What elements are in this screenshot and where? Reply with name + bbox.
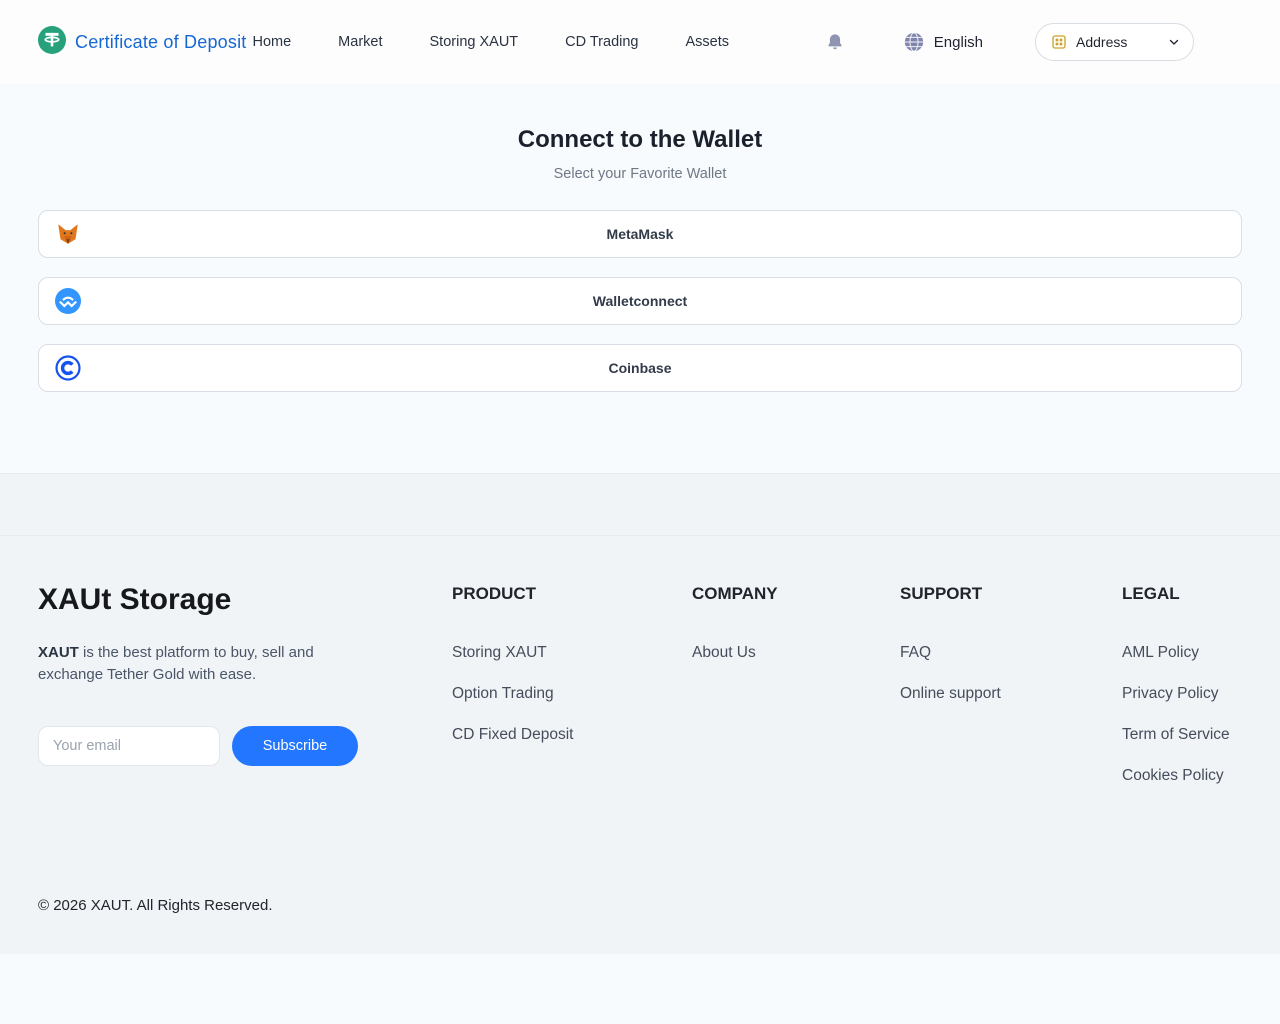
- wallet-option-coinbase[interactable]: Coinbase: [38, 344, 1242, 392]
- footer-column-legal: LEGAL AML Policy Privacy Policy Term of …: [1122, 584, 1242, 785]
- wallet-option-walletconnect[interactable]: Walletconnect: [38, 277, 1242, 325]
- footer-column-heading: SUPPORT: [900, 584, 1122, 604]
- walletconnect-icon: [55, 288, 81, 314]
- nav-home[interactable]: Home: [252, 34, 291, 50]
- coinbase-icon: [55, 355, 81, 381]
- footer-brand-column: XAUt Storage XAUT is the best platform t…: [38, 584, 452, 766]
- page: Certificate of Deposit Home Market Stori…: [0, 0, 1280, 954]
- notifications-button[interactable]: [823, 30, 847, 54]
- language-label: English: [934, 34, 983, 51]
- footer-link-cookies-policy[interactable]: Cookies Policy: [1122, 767, 1242, 785]
- nav-assets[interactable]: Assets: [686, 34, 730, 50]
- nav-market[interactable]: Market: [338, 34, 382, 50]
- wallet-connect-section: Connect to the Wallet Select your Favori…: [0, 84, 1280, 473]
- footer-column-support: SUPPORT FAQ Online support: [900, 584, 1122, 703]
- footer-column-company: COMPANY About Us: [692, 584, 900, 662]
- footer-link-faq[interactable]: FAQ: [900, 644, 1122, 662]
- footer-about-rest: is the best platform to buy, sell and ex…: [38, 644, 314, 683]
- footer-link-option-trading[interactable]: Option Trading: [452, 685, 692, 703]
- nav-cd-trading[interactable]: CD Trading: [565, 34, 638, 50]
- brand-title: Certificate of Deposit: [75, 32, 246, 53]
- wallet-list: MetaMask Walletconnect: [38, 210, 1242, 392]
- main-nav: Home Market Storing XAUT CD Trading Asse…: [252, 34, 729, 50]
- footer-column-heading: PRODUCT: [452, 584, 692, 604]
- page-title: Connect to the Wallet: [38, 126, 1242, 154]
- footer-about-strong: XAUT: [38, 644, 79, 661]
- footer-link-about-us[interactable]: About Us: [692, 644, 900, 662]
- header-actions: English Address: [823, 23, 1242, 61]
- bell-icon: [825, 32, 845, 52]
- address-label: Address: [1076, 34, 1127, 50]
- address-dropdown[interactable]: Address: [1035, 23, 1194, 61]
- header: Certificate of Deposit Home Market Stori…: [0, 0, 1280, 84]
- footer: XAUt Storage XAUT is the best platform t…: [0, 473, 1280, 954]
- copyright: © 2026 XAUT. All Rights Reserved.: [0, 897, 1280, 954]
- footer-column-heading: LEGAL: [1122, 584, 1242, 604]
- footer-column-heading: COMPANY: [692, 584, 900, 604]
- metamask-fox-icon: [55, 221, 81, 247]
- page-subtitle: Select your Favorite Wallet: [38, 166, 1242, 182]
- wallet-option-metamask[interactable]: MetaMask: [38, 210, 1242, 258]
- globe-icon: [903, 31, 925, 53]
- brand[interactable]: Certificate of Deposit: [38, 26, 246, 59]
- newsletter: Subscribe: [38, 726, 452, 766]
- footer-brand-title: XAUt Storage: [38, 584, 452, 616]
- footer-link-storing-xaut[interactable]: Storing XAUT: [452, 644, 692, 662]
- email-input[interactable]: [38, 726, 220, 766]
- language-selector[interactable]: English: [903, 31, 983, 53]
- footer-column-product: PRODUCT Storing XAUT Option Trading CD F…: [452, 584, 692, 744]
- footer-link-online-support[interactable]: Online support: [900, 685, 1122, 703]
- nav-storing-xaut[interactable]: Storing XAUT: [430, 34, 519, 50]
- footer-about-text: XAUT is the best platform to buy, sell a…: [38, 642, 338, 686]
- subscribe-button[interactable]: Subscribe: [232, 726, 358, 766]
- footer-grid: XAUt Storage XAUT is the best platform t…: [0, 536, 1280, 785]
- wallet-option-label: Coinbase: [608, 360, 671, 376]
- wallet-option-label: MetaMask: [607, 226, 674, 242]
- chevron-down-icon: [1168, 36, 1180, 48]
- footer-link-cd-fixed-deposit[interactable]: CD Fixed Deposit: [452, 726, 692, 744]
- footer-link-aml-policy[interactable]: AML Policy: [1122, 644, 1242, 662]
- wallet-option-label: Walletconnect: [593, 293, 687, 309]
- tether-logo-icon: [38, 26, 66, 59]
- footer-link-term-of-service[interactable]: Term of Service: [1122, 726, 1242, 744]
- footer-link-privacy-policy[interactable]: Privacy Policy: [1122, 685, 1242, 703]
- wallet-qr-icon: [1051, 34, 1067, 50]
